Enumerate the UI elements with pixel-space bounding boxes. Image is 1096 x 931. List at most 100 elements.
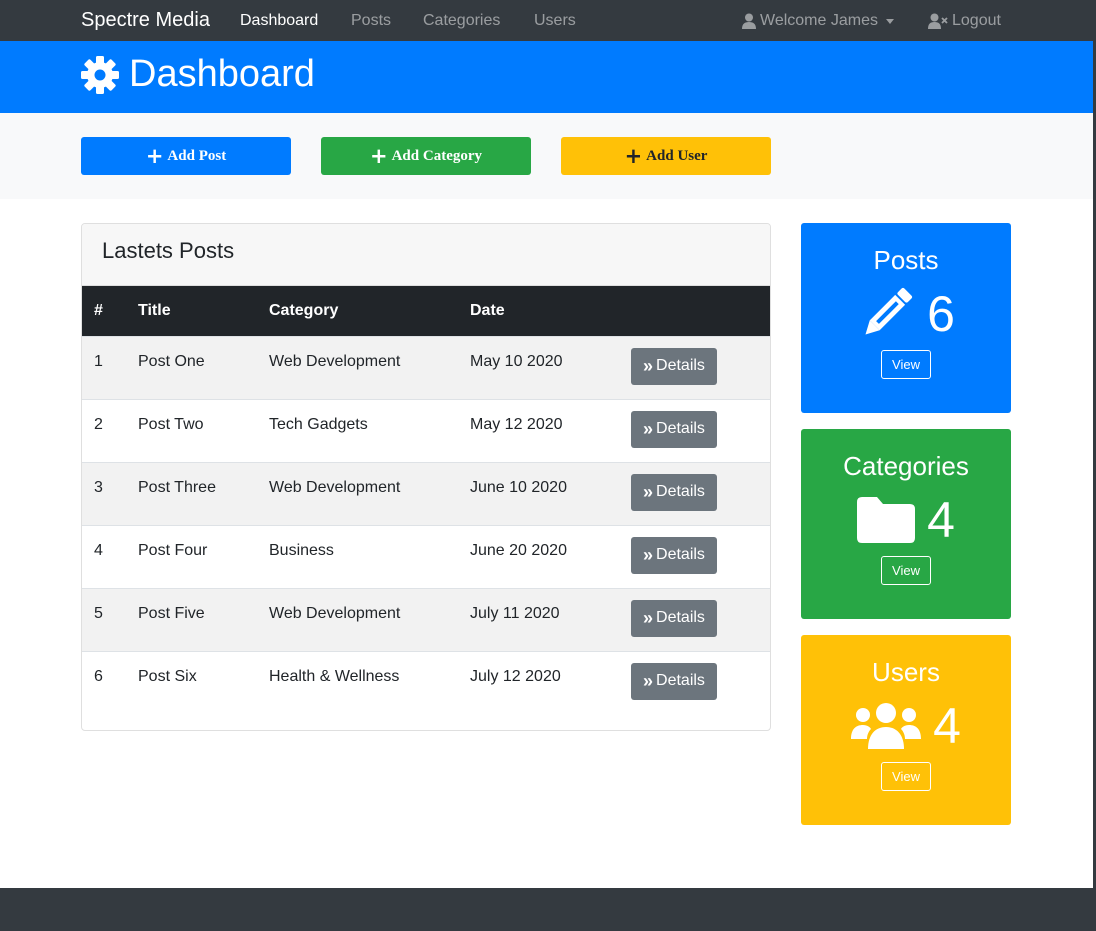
double-chevron-right-icon: »	[643, 670, 654, 691]
details-button[interactable]: » Details	[631, 662, 717, 700]
row-actions: » Details	[619, 524, 770, 588]
row-num: 4	[82, 524, 126, 588]
col-category: Category	[269, 301, 339, 319]
row-date: July 11 2020	[458, 587, 619, 651]
details-button[interactable]: » Details	[631, 599, 717, 637]
page-header: Dashboard	[0, 41, 1096, 113]
row-category: Web Development	[257, 587, 458, 651]
welcome-dropdown[interactable]: Welcome James	[742, 12, 894, 30]
row-category: Tech Gadgets	[257, 398, 458, 462]
table-row: 4 Post Four Business June 20 2020 » Details	[82, 524, 770, 588]
add-user-label: Add User	[646, 147, 708, 164]
view-posts-button[interactable]: View	[881, 350, 931, 379]
view-categories-button[interactable]: View	[881, 556, 931, 585]
row-date: May 10 2020	[458, 335, 619, 399]
posts-table: # Title Category Date 1 Post One Web Devel…	[82, 286, 770, 714]
details-label: Details	[656, 546, 705, 563]
brand[interactable]: Spectre Media	[81, 9, 210, 32]
nav-dashboard[interactable]: Dashboard	[240, 12, 318, 30]
row-actions: » Details	[619, 587, 770, 651]
row-num: 1	[82, 335, 126, 399]
row-date: June 10 2020	[458, 461, 619, 525]
row-title: Post Six	[126, 650, 257, 714]
users-icon	[851, 703, 922, 749]
add-post-button[interactable]: + Add Post	[81, 137, 291, 175]
stat-title: Users	[872, 657, 940, 687]
user-times-icon	[928, 13, 948, 29]
col-title: Title	[138, 301, 171, 319]
nav-categories[interactable]: Categories	[423, 12, 500, 30]
table-header-row: # Title Category Date	[82, 286, 770, 336]
double-chevron-right-icon: »	[643, 418, 654, 439]
row-actions: » Details	[619, 335, 770, 399]
folder-icon	[857, 497, 916, 543]
nav-users[interactable]: Users	[534, 12, 576, 30]
pencil-icon	[865, 287, 913, 335]
stat-title: Posts	[873, 245, 939, 275]
welcome-label: Welcome James	[760, 12, 878, 29]
row-category: Business	[257, 524, 458, 588]
nav-posts[interactable]: Posts	[351, 12, 391, 30]
plus-icon: +	[369, 143, 388, 168]
row-actions: » Details	[619, 650, 770, 714]
categories-count: 4	[927, 492, 955, 548]
logout-label: Logout	[952, 12, 1001, 29]
add-user-button[interactable]: + Add User	[561, 137, 771, 175]
latest-posts-card: Lastets Posts # Title Category Date 1 Pos…	[81, 223, 771, 731]
users-count: 4	[933, 698, 961, 754]
page-title: Dashboard	[81, 53, 315, 96]
row-category: Web Development	[257, 335, 458, 399]
footer	[0, 888, 1096, 931]
double-chevron-right-icon: »	[643, 481, 654, 502]
details-button[interactable]: » Details	[631, 536, 717, 574]
table-row: 2 Post Two Tech Gadgets May 12 2020 » Details	[82, 398, 770, 462]
navbar: Spectre Media Dashboard Posts Categories…	[0, 0, 1096, 41]
double-chevron-right-icon: »	[643, 355, 654, 376]
details-label: Details	[656, 483, 705, 500]
details-button[interactable]: » Details	[631, 347, 717, 385]
row-num: 3	[82, 461, 126, 525]
posts-count: 6	[927, 286, 955, 342]
user-icon	[742, 13, 756, 29]
table-row: 6 Post Six Health & Wellness July 12 2020 » D…	[82, 650, 770, 714]
card-title: Lastets Posts	[82, 224, 770, 286]
row-category: Web Development	[257, 461, 458, 525]
col-date: Date	[470, 301, 505, 319]
stat-title: Categories	[843, 451, 969, 481]
table-row: 3 Post Three Web Development June 10 2020 » D…	[82, 461, 770, 525]
page-title-text: Dashboard	[129, 53, 315, 95]
row-category: Health & Wellness	[257, 650, 458, 714]
details-label: Details	[656, 357, 705, 374]
row-title: Post Five	[126, 587, 257, 651]
row-num: 2	[82, 398, 126, 462]
table-row: 5 Post Five Web Development July 11 2020 » De…	[82, 587, 770, 651]
add-category-button[interactable]: + Add Category	[321, 137, 531, 175]
details-label: Details	[656, 609, 705, 626]
add-post-label: Add Post	[167, 147, 227, 164]
row-num: 5	[82, 587, 126, 651]
col-num: #	[94, 301, 103, 319]
row-date: May 12 2020	[458, 398, 619, 462]
details-label: Details	[656, 672, 705, 689]
table-row: 1 Post One Web Development May 10 2020 » Deta…	[82, 335, 770, 399]
details-button[interactable]: » Details	[631, 473, 717, 511]
view-users-button[interactable]: View	[881, 762, 931, 791]
details-button[interactable]: » Details	[631, 410, 717, 448]
row-num: 6	[82, 650, 126, 714]
details-label: Details	[656, 420, 705, 437]
logout-link[interactable]: Logout	[928, 12, 1001, 30]
plus-icon: +	[145, 143, 164, 168]
col-actions	[619, 286, 770, 336]
action-bar: + Add Post + Add Category + Add User	[0, 113, 1096, 199]
row-title: Post Three	[126, 461, 257, 525]
row-actions: » Details	[619, 398, 770, 462]
add-category-label: Add Category	[391, 147, 483, 164]
row-title: Post Two	[126, 398, 257, 462]
row-date: June 20 2020	[458, 524, 619, 588]
caret-down-icon	[885, 18, 894, 24]
users-stat-card: Users 4 View	[801, 635, 1011, 825]
plus-icon: +	[624, 143, 643, 168]
row-title: Post One	[126, 335, 257, 399]
categories-stat-card: Categories 4 View	[801, 429, 1011, 619]
row-date: July 12 2020	[458, 650, 619, 714]
